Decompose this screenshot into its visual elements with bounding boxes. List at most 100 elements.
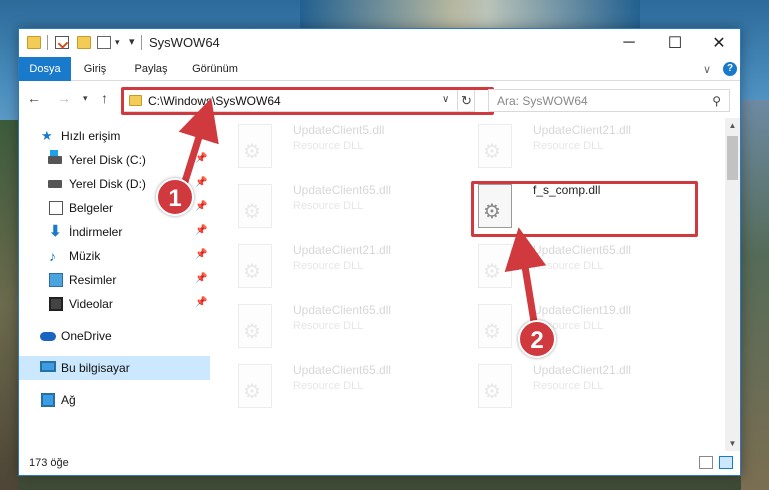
ribbon-tabs: Dosya Giriş Paylaş Görünüm ∨ ? (19, 57, 740, 81)
search-input[interactable]: Ara: SysWOW64 ⚲ (488, 89, 730, 112)
sidebar-item-this-pc[interactable]: Bu bilgisayar (19, 356, 210, 380)
search-placeholder: Ara: SysWOW64 (497, 94, 588, 108)
downloads-icon: ⬇ (49, 223, 62, 240)
file-item[interactable]: UpdateClient65.dll Resource DLL (470, 238, 700, 294)
recent-locations-icon[interactable]: ▾ (83, 93, 88, 104)
background-sunlight (300, 0, 640, 30)
file-item[interactable]: UpdateClient21.dll Resource DLL (470, 118, 700, 174)
back-arrow-icon[interactable]: ← (27, 90, 41, 106)
file-description: Resource DLL (293, 200, 364, 212)
file-description: Resource DLL (293, 260, 364, 272)
dll-file-icon (478, 124, 512, 168)
pin-icon[interactable]: 📌 (195, 153, 207, 164)
navigation-bar: ← → ▾ ↑ C:\Windows\SysWOW64 ∨ ↻ Ara: Sys… (19, 82, 740, 118)
file-item[interactable]: UpdateClient65.dll Resource DLL (230, 178, 460, 234)
this-pc-icon (40, 361, 56, 372)
sidebar-item-onedrive[interactable]: OneDrive (19, 324, 210, 348)
file-name: UpdateClient65.dll (293, 183, 392, 197)
details-view-icon[interactable] (699, 456, 713, 469)
documents-icon (49, 201, 63, 215)
file-description: Resource DLL (293, 320, 364, 332)
sidebar-item-network[interactable]: Ağ (19, 388, 210, 412)
file-item[interactable]: UpdateClient21.dll Resource DLL (230, 238, 460, 294)
file-item[interactable]: UpdateClient65.dll Resource DLL (230, 298, 460, 354)
scroll-up-icon[interactable]: ▲ (725, 118, 740, 133)
file-name: UpdateClient5.dll (293, 123, 385, 137)
file-item[interactable]: UpdateClient21.dll Resource DLL (470, 358, 700, 414)
file-item[interactable]: UpdateClient65.dll Resource DLL (230, 358, 460, 414)
step-1-badge: 1 (156, 178, 194, 216)
item-count: 173 öğe (29, 457, 69, 469)
file-name: UpdateClient21.dll (533, 363, 632, 377)
large-icons-view-icon[interactable] (719, 456, 733, 469)
pin-icon[interactable]: 📌 (195, 273, 207, 284)
chevron-down-icon[interactable]: ▾ (115, 37, 120, 48)
maximize-button[interactable]: ☐ (652, 29, 698, 57)
tab-share[interactable]: Paylaş (127, 57, 175, 81)
customize-toolbar-icon[interactable] (97, 36, 111, 49)
navigation-pane: ★ Hızlı erişim Yerel Disk (C:) 📌 Yerel D… (19, 118, 210, 451)
music-icon: ♪ (49, 248, 56, 264)
address-highlight-box (121, 87, 494, 115)
quick-access-dropdown-icon[interactable]: ▾ (129, 35, 135, 48)
sidebar-item-downloads[interactable]: ⬇ İndirmeler 📌 (19, 220, 210, 244)
file-name: UpdateClient21.dll (533, 123, 632, 137)
minimize-button[interactable]: ─ (606, 29, 652, 57)
forward-arrow-icon[interactable]: → (57, 90, 71, 106)
sidebar-item-label: Hızlı erişim (61, 129, 121, 143)
file-item[interactable]: UpdateClient5.dll Resource DLL (230, 118, 460, 174)
file-list: UpdateClient5.dll Resource DLL UpdateCli… (220, 118, 725, 451)
file-name: UpdateClient19.dll (533, 303, 632, 317)
sidebar-item-label: Bu bilgisayar (61, 361, 130, 375)
status-bar: 173 öğe (19, 451, 740, 475)
sidebar-item-label: İndirmeler (69, 225, 123, 239)
sidebar-item-label: Yerel Disk (C:) (69, 153, 146, 167)
title-separator (141, 35, 142, 50)
expand-ribbon-icon[interactable]: ∨ (703, 63, 711, 76)
pin-icon[interactable]: 📌 (195, 177, 207, 188)
tab-view[interactable]: Görünüm (185, 57, 245, 81)
tab-home[interactable]: Giriş (75, 57, 115, 81)
pin-icon[interactable]: 📌 (195, 297, 207, 308)
sidebar-item-label: OneDrive (61, 329, 112, 343)
sidebar-item-drive-c[interactable]: Yerel Disk (C:) 📌 (19, 148, 210, 172)
help-icon[interactable]: ? (723, 62, 737, 76)
pin-icon[interactable]: 📌 (195, 225, 207, 236)
dll-file-icon (478, 304, 512, 348)
search-icon[interactable]: ⚲ (712, 94, 721, 108)
background-rocks-right (741, 100, 769, 490)
sidebar-item-music[interactable]: ♪ Müzik 📌 (19, 244, 210, 268)
file-highlight-box (471, 181, 698, 237)
sidebar-item-pictures[interactable]: Resimler 📌 (19, 268, 210, 292)
file-name: UpdateClient65.dll (293, 363, 392, 377)
star-icon: ★ (41, 128, 53, 143)
tab-file[interactable]: Dosya (19, 57, 71, 81)
dll-file-icon (238, 124, 272, 168)
window-title: SysWOW64 (149, 35, 220, 50)
onedrive-icon (40, 332, 56, 341)
close-button[interactable]: ✕ (696, 29, 742, 57)
sidebar-item-label: Ağ (61, 393, 76, 407)
sidebar-item-label: Resimler (69, 273, 117, 287)
pin-icon[interactable]: 📌 (195, 201, 207, 212)
sidebar-item-label: Müzik (69, 249, 101, 263)
vertical-scrollbar[interactable]: ▲ ▼ (725, 118, 740, 451)
new-folder-icon[interactable] (77, 36, 91, 49)
file-description: Resource DLL (293, 140, 364, 152)
file-item[interactable]: UpdateClient19.dll Resource DLL (470, 298, 700, 354)
file-name: UpdateClient21.dll (293, 243, 392, 257)
dll-file-icon (238, 184, 272, 228)
file-description: Resource DLL (533, 260, 604, 272)
background-rocks-left (0, 120, 18, 490)
pin-icon[interactable]: 📌 (195, 249, 207, 260)
scroll-down-icon[interactable]: ▼ (725, 436, 740, 451)
sidebar-item-videos[interactable]: Videolar 📌 (19, 292, 210, 316)
scroll-thumb[interactable] (727, 136, 738, 180)
up-arrow-icon[interactable]: ↑ (101, 90, 108, 106)
step-2-badge: 2 (518, 320, 556, 358)
properties-icon[interactable] (55, 36, 69, 49)
dll-file-icon (238, 364, 272, 408)
file-description: Resource DLL (533, 140, 604, 152)
sidebar-item-quick-access[interactable]: ★ Hızlı erişim (19, 124, 210, 148)
sidebar-item-label: Videolar (69, 297, 113, 311)
